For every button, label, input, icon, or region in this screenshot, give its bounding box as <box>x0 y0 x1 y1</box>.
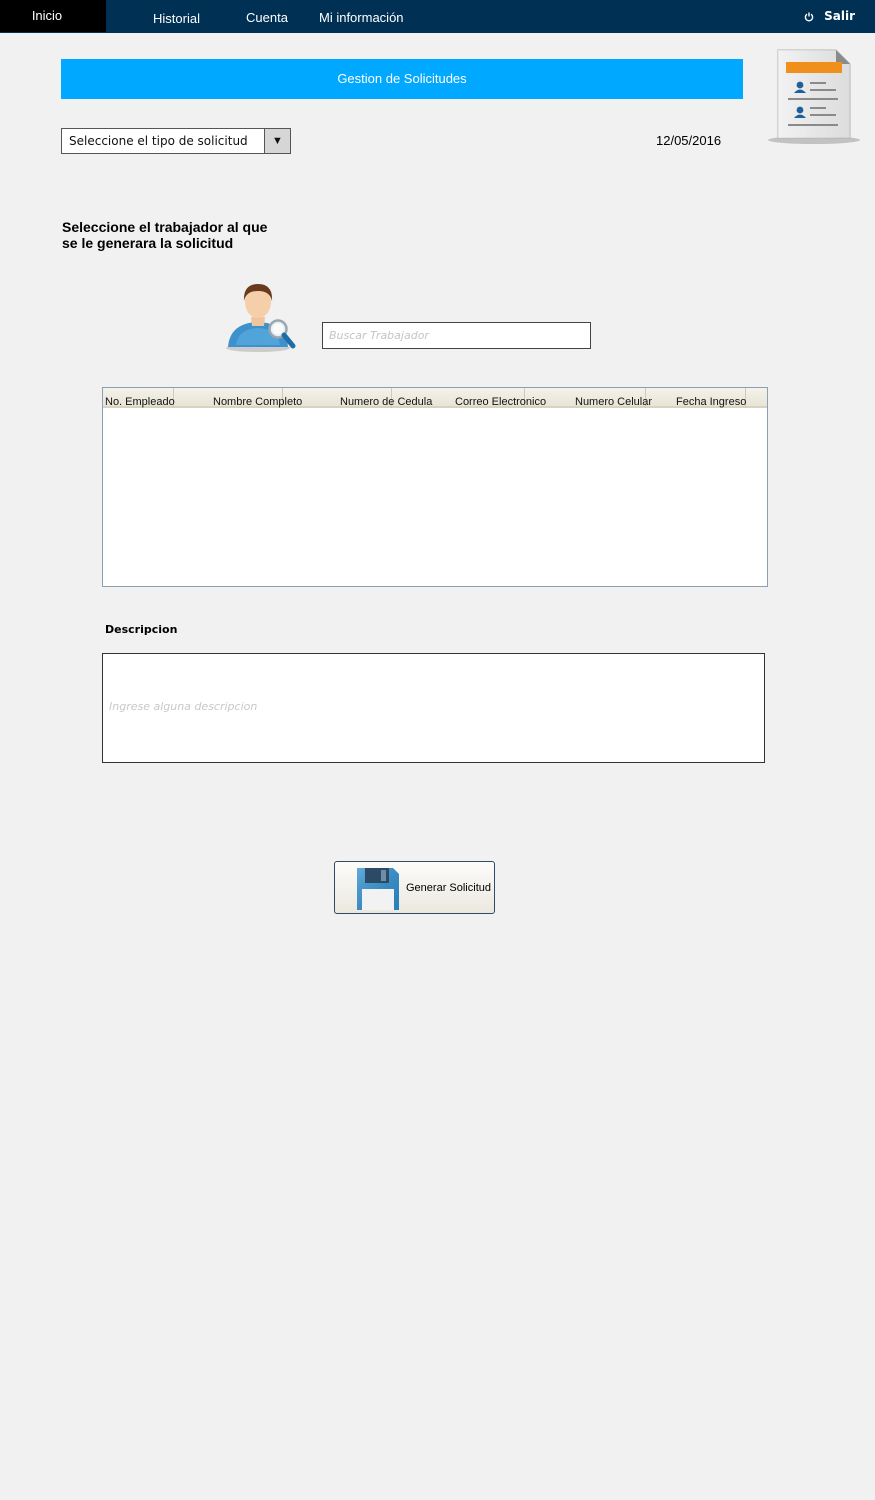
user-search-icon <box>222 279 298 355</box>
logout-label: Salir <box>824 9 855 23</box>
worker-search-input[interactable] <box>322 322 591 349</box>
column-header-correo-electronico[interactable]: Correo Electronico <box>392 388 546 408</box>
request-type-select[interactable]: Seleccione el tipo de solicitud ▼ <box>61 128 291 154</box>
column-header-numero-celular[interactable]: Numero Celular <box>525 388 652 408</box>
top-navigation-bar: Inicio Historial Cuenta Mi información S… <box>0 0 875 33</box>
workers-table[interactable]: No. Empleado Nombre Completo Numero de C… <box>102 387 768 587</box>
nav-item-mi-informacion[interactable]: Mi información <box>319 1 404 34</box>
triangle-down-icon[interactable]: ▼ <box>264 129 290 153</box>
column-header-no-empleado[interactable]: No. Empleado <box>103 388 175 408</box>
worker-heading-line1: Seleccione el trabajador al que <box>62 219 268 235</box>
floppy-disk-icon <box>355 866 401 912</box>
logout-button[interactable]: Salir <box>804 0 855 33</box>
table-header: No. Empleado Nombre Completo Numero de C… <box>103 388 767 408</box>
nav-item-inicio[interactable]: Inicio <box>0 0 106 33</box>
description-textarea[interactable] <box>102 653 765 763</box>
nav-item-cuenta[interactable]: Cuenta <box>246 1 288 34</box>
document-contacts-icon <box>766 46 862 146</box>
request-type-selected: Seleccione el tipo de solicitud <box>69 134 248 148</box>
nav-item-historial[interactable]: Historial <box>153 2 200 35</box>
page-title: Gestion de Solicitudes <box>61 59 743 99</box>
current-date: 12/05/2016 <box>656 133 722 148</box>
description-label: Descripcion <box>105 623 178 636</box>
column-header-fecha-ingreso[interactable]: Fecha Ingreso <box>646 388 746 408</box>
column-header-numero-cedula[interactable]: Numero de Cedula <box>283 388 432 408</box>
generate-request-label: Generar Solicitud <box>406 882 491 894</box>
worker-heading: Seleccione el trabajador al que se le ge… <box>62 219 302 251</box>
column-header-nombre-completo[interactable]: Nombre Completo <box>174 388 302 408</box>
generate-request-button[interactable]: Generar Solicitud <box>334 861 495 914</box>
worker-heading-line2: se le generara la solicitud <box>62 235 234 251</box>
power-icon <box>804 12 814 22</box>
nav-item-label: Inicio <box>31 8 63 23</box>
